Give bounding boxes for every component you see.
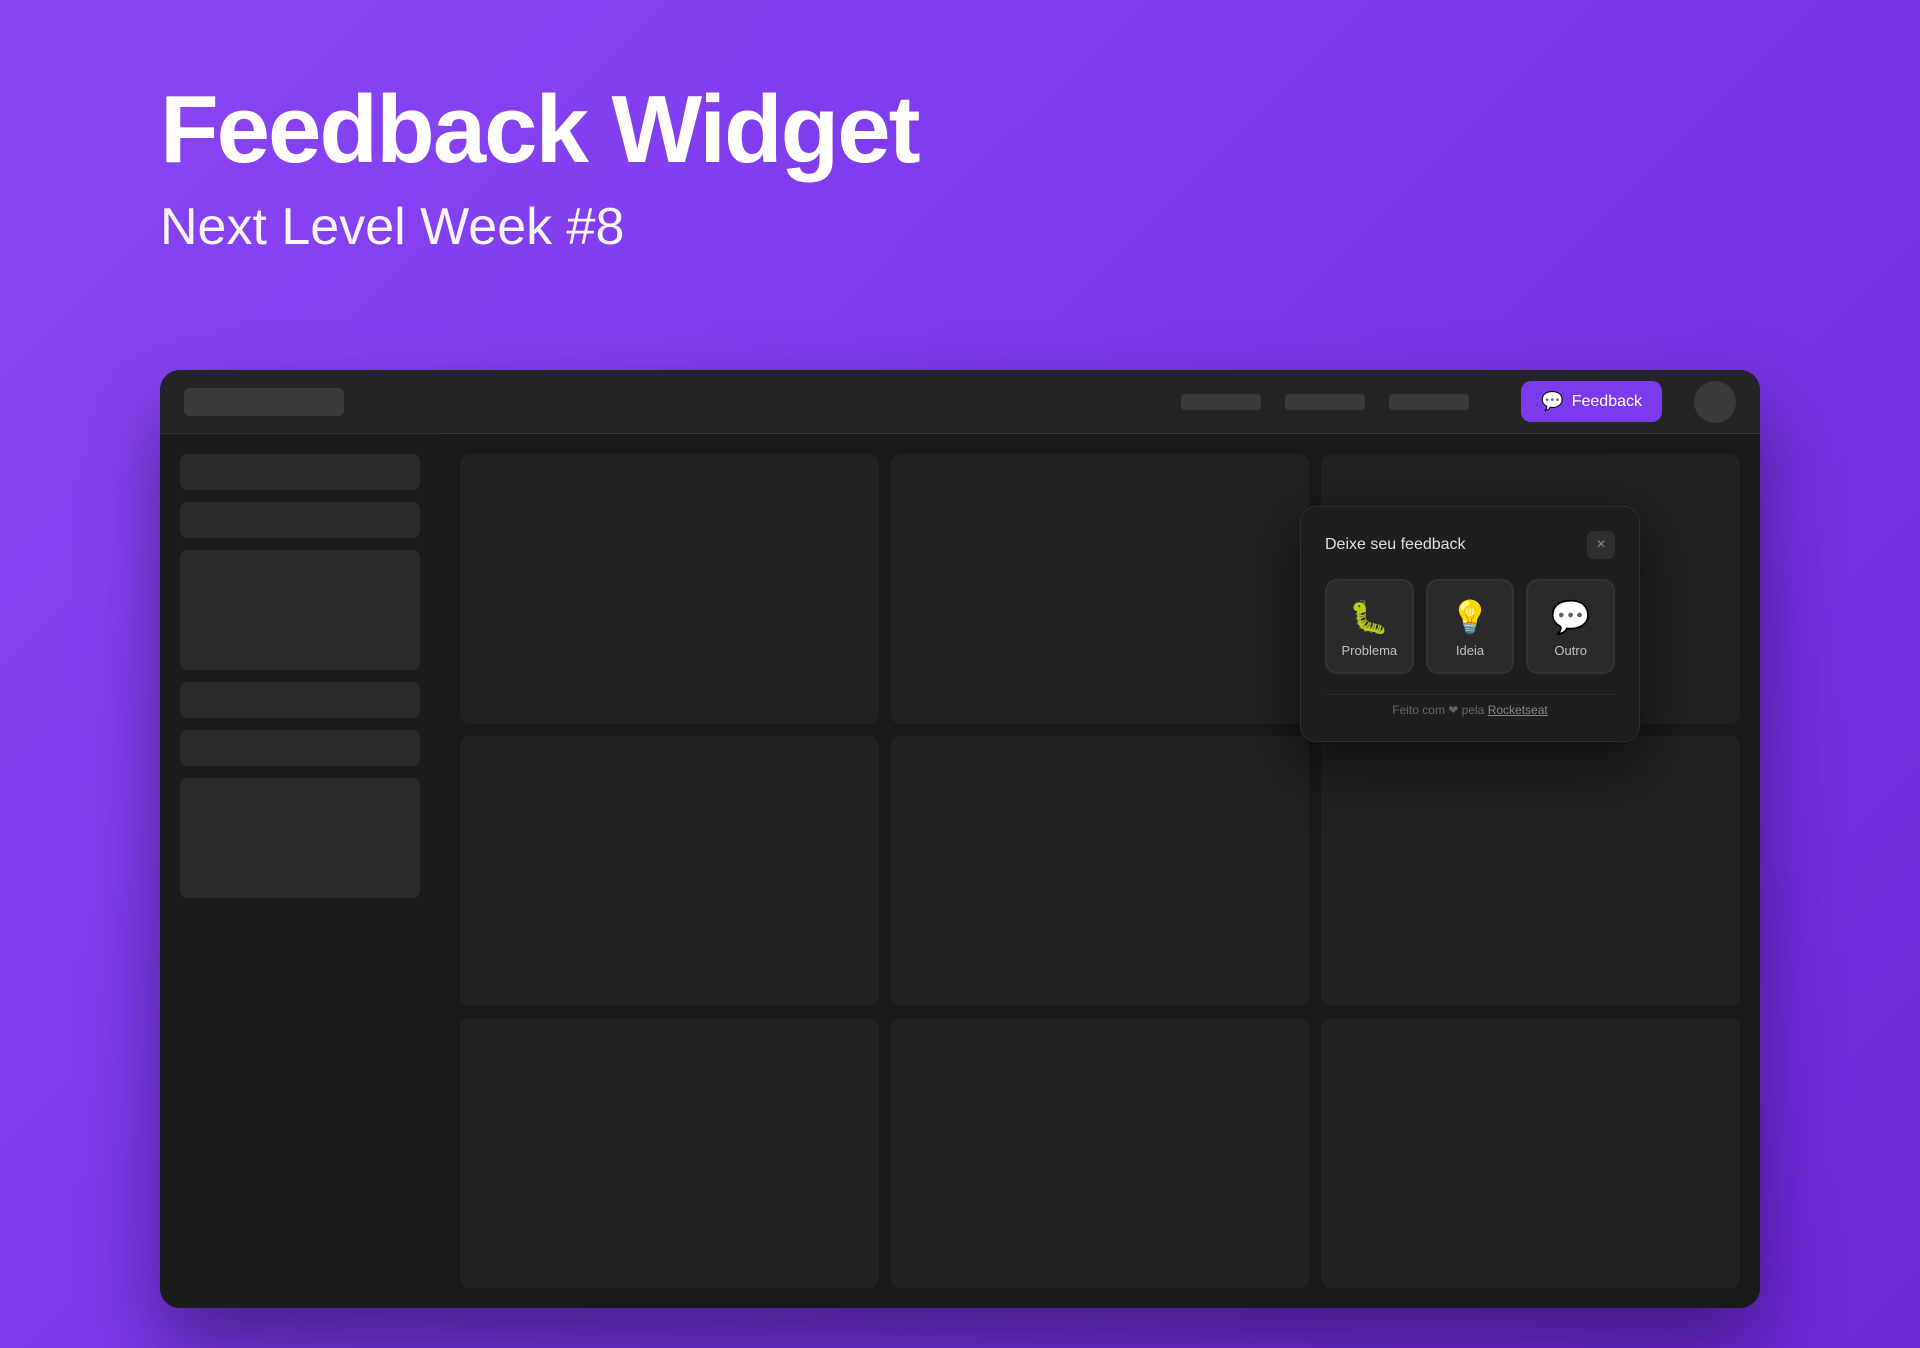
option-outro-emoji: 💬: [1551, 601, 1591, 633]
option-ideia-label: Ideia: [1456, 643, 1484, 658]
sub-title: Next Level Week #8: [160, 197, 919, 257]
widget-options: 🐛 Problema 💡 Ideia 💬 Outro: [1325, 579, 1615, 674]
page-background: Feedback Widget Next Level Week #8 💬 Fee…: [0, 0, 1920, 1348]
sidebar-block-6: [180, 778, 420, 898]
feedback-button-icon: 💬: [1541, 391, 1563, 412]
content-block-8: [891, 1018, 1310, 1288]
option-problema[interactable]: 🐛 Problema: [1325, 579, 1414, 674]
nav-link-1: [1181, 394, 1261, 410]
user-avatar: [1694, 381, 1736, 423]
sidebar-block-5: [180, 730, 420, 766]
sidebar-area: [160, 434, 440, 1308]
option-outro[interactable]: 💬 Outro: [1526, 579, 1615, 674]
widget-footer: Feito com ❤ pela Rocketseat: [1325, 694, 1615, 717]
sidebar-block-4: [180, 682, 420, 718]
footer-prefix: Feito com ❤ pela: [1392, 703, 1487, 717]
content-block-7: [460, 1018, 879, 1288]
widget-close-button[interactable]: ×: [1587, 531, 1615, 559]
header-text: Feedback Widget Next Level Week #8: [160, 80, 919, 257]
content-block-5: [891, 736, 1310, 1006]
feedback-button[interactable]: 💬 Feedback: [1521, 381, 1662, 422]
content-block-1: [460, 454, 879, 724]
browser-header: 💬 Feedback: [160, 370, 1760, 434]
browser-content: Deixe seu feedback × 🐛 Problema 💡 Ideia …: [160, 434, 1760, 1308]
footer-text: Feito com ❤ pela Rocketseat: [1325, 703, 1615, 717]
feedback-widget: Deixe seu feedback × 🐛 Problema 💡 Ideia …: [1300, 506, 1640, 742]
sidebar-block-2: [180, 502, 420, 538]
widget-title: Deixe seu feedback: [1325, 536, 1466, 554]
content-block-6: [1321, 736, 1740, 1006]
rocketseat-link[interactable]: Rocketseat: [1488, 703, 1548, 717]
option-problema-label: Problema: [1342, 643, 1398, 658]
content-block-4: [460, 736, 879, 1006]
widget-header: Deixe seu feedback ×: [1325, 531, 1615, 559]
option-ideia[interactable]: 💡 Ideia: [1426, 579, 1515, 674]
option-problema-emoji: 🐛: [1349, 601, 1389, 633]
main-title: Feedback Widget: [160, 80, 919, 181]
browser-nav: [1181, 394, 1469, 410]
feedback-button-label: Feedback: [1572, 393, 1642, 411]
nav-link-3: [1389, 394, 1469, 410]
sidebar-block-3: [180, 550, 420, 670]
browser-mockup: 💬 Feedback: [160, 370, 1760, 1308]
option-outro-label: Outro: [1554, 643, 1587, 658]
nav-link-2: [1285, 394, 1365, 410]
content-block-2: [891, 454, 1310, 724]
content-block-9: [1321, 1018, 1740, 1288]
browser-logo: [184, 388, 344, 416]
sidebar-block-1: [180, 454, 420, 490]
option-ideia-emoji: 💡: [1450, 601, 1490, 633]
